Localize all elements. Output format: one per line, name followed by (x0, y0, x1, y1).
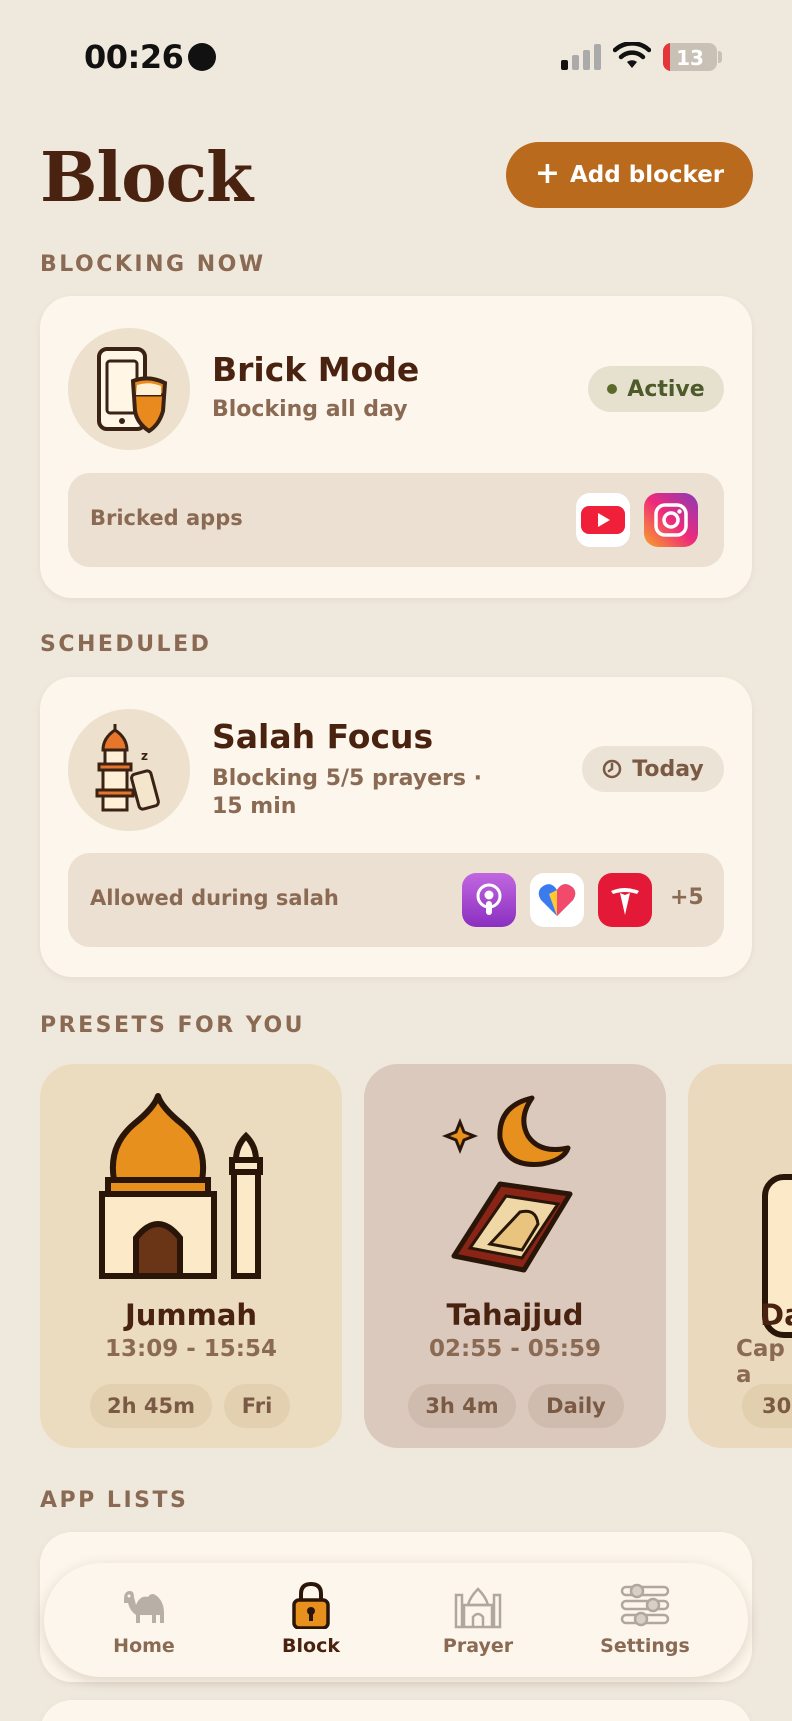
lock-icon (292, 1581, 330, 1629)
preset-days-chip: Daily (528, 1384, 624, 1428)
add-blocker-label: Add blocker (570, 162, 725, 188)
minaret-phone-icon: z (68, 709, 190, 831)
allowed-apps-label: Allowed during salah (90, 886, 339, 910)
clock: 00:26 (84, 38, 184, 76)
salah-focus-subtitle-2: 15 min (212, 794, 297, 819)
active-dot-icon (607, 384, 618, 394)
page-title: Block (40, 138, 253, 218)
preset-name: Jummah (124, 1298, 258, 1332)
schedule-badge-label: Today (632, 756, 704, 782)
tesla-icon (598, 873, 652, 927)
recording-dot-icon (188, 43, 216, 71)
tab-block[interactable]: Block (241, 1581, 381, 1661)
preset-duration-chip: 3h 4m (408, 1384, 516, 1428)
plus-icon: + (534, 155, 560, 191)
podcasts-icon (462, 873, 516, 927)
section-presets: PRESETS FOR YOU (40, 1013, 306, 1038)
tab-prayer[interactable]: Prayer (408, 1581, 548, 1661)
tab-settings[interactable]: Settings (575, 1581, 715, 1661)
status-bar: 00:26 13 (0, 0, 792, 120)
clock-icon (603, 759, 622, 779)
section-app-lists: APP LISTS (40, 1488, 189, 1513)
heart-app-icon (530, 873, 584, 927)
phone-shield-icon (68, 328, 190, 450)
more-apps-count: +5 (670, 885, 704, 910)
tab-bar: Home Block Prayer Settings (44, 1563, 748, 1677)
preset-name: Tahajjud (446, 1298, 584, 1332)
cellular-signal-icon (561, 44, 603, 70)
add-blocker-button[interactable]: + Add blocker (506, 142, 753, 208)
app-list-card[interactable] (40, 1700, 752, 1721)
battery-tip (718, 51, 722, 63)
svg-text:z: z (141, 749, 148, 763)
salah-focus-title: Salah Focus (212, 717, 434, 756)
allowed-apps-panel[interactable]: Allowed during salah +5 (68, 853, 724, 947)
camel-icon (124, 1591, 164, 1623)
preset-time: 13:09 - 15:54 (105, 1336, 277, 1362)
bricked-apps-panel[interactable]: Bricked apps (68, 473, 724, 567)
preset-duration-chip: 30m (742, 1384, 792, 1428)
wifi-icon (613, 42, 651, 68)
tab-label: Block (282, 1635, 340, 1657)
tab-label: Settings (600, 1635, 690, 1657)
preset-name: Da (760, 1298, 792, 1332)
preset-time: Cap a (736, 1336, 785, 1388)
preset-card-partial[interactable]: Da Cap a 30m (688, 1064, 792, 1448)
preset-duration-chip: 2h 45m (90, 1384, 212, 1428)
salah-focus-subtitle-1: Blocking 5/5 prayers · (212, 766, 483, 791)
brick-mode-title: Brick Mode (212, 350, 420, 389)
brick-mode-subtitle: Blocking all day (212, 397, 408, 422)
prayer-rug-moon-icon (441, 1095, 573, 1273)
preset-card-tahajjud[interactable]: Tahajjud 02:55 - 05:59 3h 4m Daily (364, 1064, 666, 1448)
bricked-apps-label: Bricked apps (90, 506, 243, 530)
preset-time: 02:55 - 05:59 (429, 1336, 601, 1362)
sliders-icon (620, 1583, 670, 1627)
section-scheduled: SCHEDULED (40, 632, 212, 657)
youtube-icon (576, 493, 630, 547)
brick-mode-card[interactable]: Brick Mode Blocking all day Active Brick… (40, 296, 752, 598)
salah-focus-card[interactable]: z Salah Focus Blocking 5/5 prayers · 15 … (40, 677, 752, 977)
mosque-icon (454, 1587, 502, 1629)
instagram-icon (644, 493, 698, 547)
tab-label: Prayer (442, 1635, 514, 1657)
schedule-badge: Today (582, 746, 724, 792)
battery-icon: 13 (663, 43, 717, 71)
tab-label: Home (113, 1635, 175, 1657)
battery-level: 13 (676, 46, 704, 70)
section-blocking-now: BLOCKING NOW (40, 252, 266, 277)
preset-card-jummah[interactable]: Jummah 13:09 - 15:54 2h 45m Fri (40, 1064, 342, 1448)
tab-home[interactable]: Home (74, 1581, 214, 1661)
status-badge: Active (588, 366, 724, 412)
mosque-icon (99, 1093, 263, 1279)
preset-days-chip: Fri (224, 1384, 290, 1428)
status-badge-label: Active (627, 376, 705, 402)
